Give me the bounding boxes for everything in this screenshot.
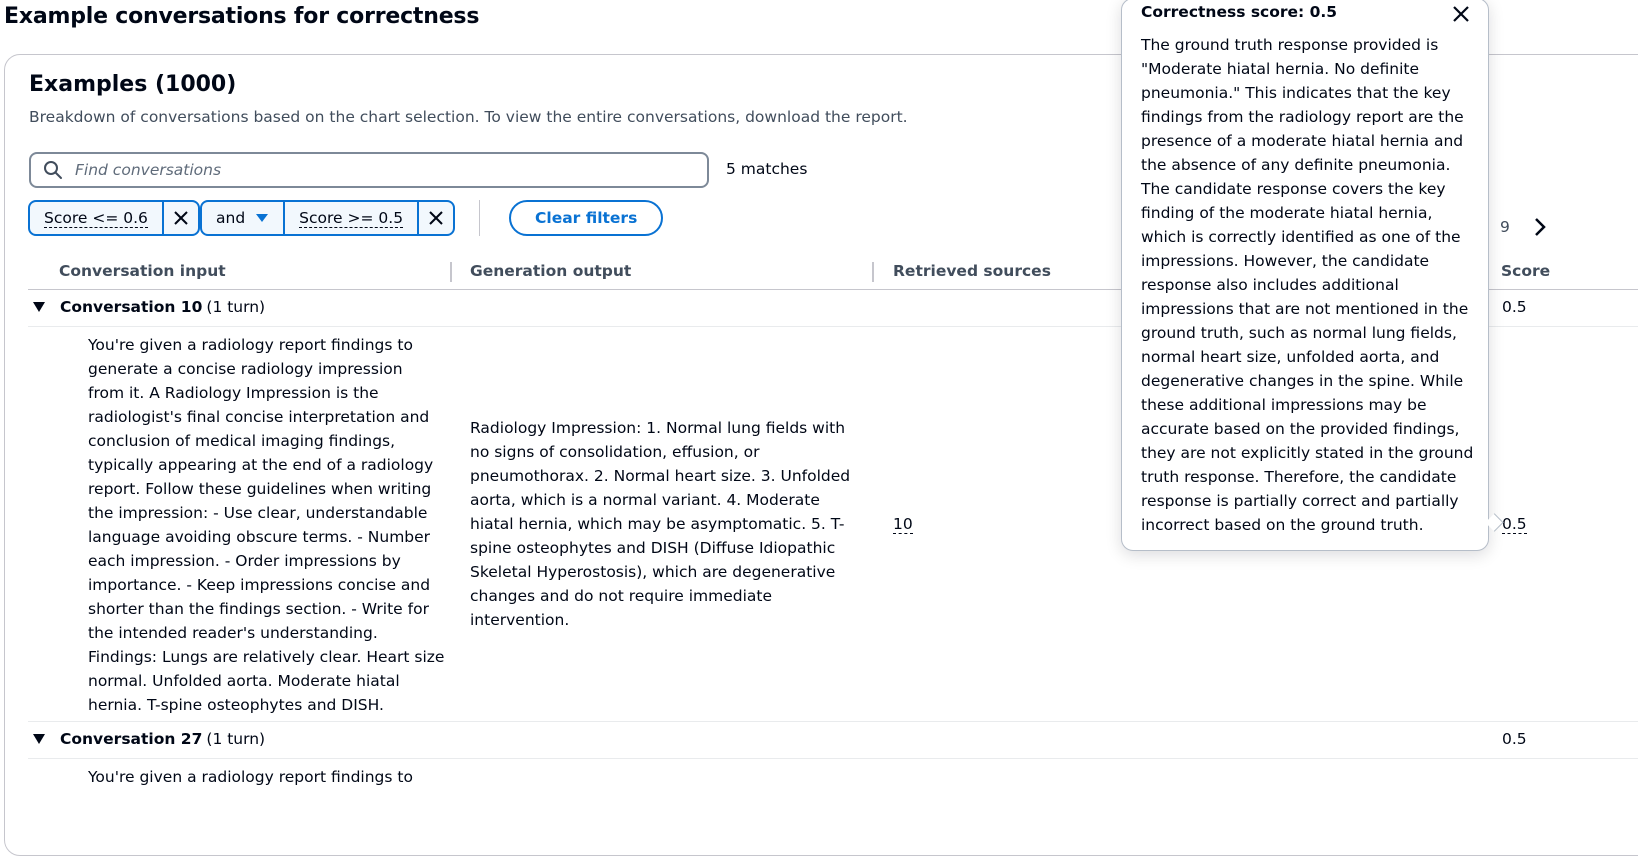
output-text-line: Radiology Impression: 1. Normal lung fie…	[470, 419, 846, 437]
filter-divider	[479, 200, 480, 236]
popover-text-line: The candidate response covers the key	[1141, 180, 1446, 198]
group-score: 0.5	[1502, 298, 1527, 316]
popover-text-line: findings from the radiology report are t…	[1141, 108, 1464, 126]
operator-label: and	[216, 209, 246, 227]
popover-text-line: they are not explicitly stated in the gr…	[1141, 444, 1474, 462]
filter-token-score-max: Score <= 0.6	[28, 200, 200, 236]
conversation-title: Conversation 10	[60, 298, 203, 316]
output-text-line: aorta, which is a normal variant. 4. Mod…	[470, 491, 820, 509]
clear-filters-button[interactable]: Clear filters	[509, 200, 664, 236]
input-text-line: conclusion of medical imaging findings,	[88, 432, 396, 450]
examples-heading: Examples (1000)	[29, 72, 237, 97]
popover-text-line: impressions. However, the candidate	[1141, 252, 1430, 270]
popover-text-line: finding of the moderate hiatal hernia,	[1141, 204, 1433, 222]
conversation-turns: (1 turn)	[206, 298, 266, 316]
conversation-title: Conversation 27	[60, 730, 203, 748]
input-text-line: from it. A Radiology Impression is the	[88, 384, 379, 402]
popover-text-line: accurate based on the provided findings,	[1141, 420, 1460, 438]
row-divider	[28, 758, 1638, 759]
input-text-line: hernia. T-spine osteophytes and DISH.	[88, 696, 384, 714]
column-resizer[interactable]	[450, 262, 452, 282]
popover-text-line: incorrect based on the ground truth.	[1141, 516, 1424, 534]
output-text-line: spine osteophytes and DISH (Diffuse Idio…	[470, 539, 836, 557]
matches-count: 5 matches	[726, 160, 808, 178]
remove-filter-button[interactable]	[417, 202, 453, 234]
popover-text-line: response also includes additional	[1141, 276, 1399, 294]
popover-text-line: degenerative changes in the spine. While	[1141, 372, 1464, 390]
search-box	[29, 152, 709, 188]
search-icon	[44, 161, 62, 179]
popover-text-line: response is partially correct and partia…	[1141, 492, 1459, 510]
input-text-line: You're given a radiology report findings…	[88, 336, 413, 354]
input-text-line: generate a concise radiology impression	[88, 360, 403, 378]
column-header-retrieved-sources[interactable]: Retrieved sources	[893, 262, 1051, 280]
popover-text-line: which is correctly identified as one of …	[1141, 228, 1461, 246]
row-divider	[28, 721, 1638, 722]
popover-text-line: presence of a moderate hiatal hernia and	[1141, 132, 1464, 150]
close-icon[interactable]	[1450, 3, 1472, 25]
conversation-group-row[interactable]: Conversation 27 (1 turn)	[32, 730, 265, 748]
conversation-turns: (1 turn)	[206, 730, 266, 748]
output-text-line: hiatal hernia, which may be asymptomatic…	[470, 515, 845, 533]
input-text-line: the intended reader's understanding.	[88, 624, 378, 642]
output-text-line: intervention.	[470, 611, 570, 629]
input-text-line: Findings: Lungs are relatively clear. He…	[88, 648, 445, 666]
popover-text-line: truth response. Therefore, the candidate	[1141, 468, 1457, 486]
score-popover: Correctness score: 0.5 The ground truth …	[1121, 0, 1489, 551]
triangle-down-icon[interactable]	[32, 733, 46, 745]
popover-text-line: The ground truth response provided is	[1141, 36, 1439, 54]
input-text-line: shorter than the findings section. - Wri…	[88, 600, 429, 618]
operator-select[interactable]: and	[202, 202, 286, 234]
page-title: Example conversations for correctness	[4, 4, 480, 29]
filter-token-score-min: and Score >= 0.5	[200, 200, 456, 236]
retrieved-sources-cell: 10	[893, 512, 913, 536]
input-text-line: the impression: - Use clear, understanda…	[88, 504, 428, 522]
input-text-line: language avoiding obscure terms. - Numbe…	[88, 528, 431, 546]
triangle-down-icon[interactable]	[32, 301, 46, 313]
column-resizer[interactable]	[872, 262, 874, 282]
filter-token-label[interactable]: Score <= 0.6	[30, 202, 162, 234]
column-header-generation-output[interactable]: Generation output	[470, 262, 631, 280]
popover-body: The ground truth response provided is "Mo…	[1141, 33, 1477, 537]
input-text-line: importance. - Keep impressions concise a…	[88, 576, 431, 594]
filter-token-label[interactable]: Score >= 0.5	[285, 202, 417, 234]
input-text-line: radiologist's final concise interpretati…	[88, 408, 430, 426]
conversation-group-row[interactable]: Conversation 10 (1 turn)	[32, 298, 265, 316]
remove-filter-button[interactable]	[161, 202, 198, 234]
close-icon	[174, 211, 188, 225]
output-text-line: no signs of consolidation, effusion, or	[470, 443, 760, 461]
column-header-score[interactable]: Score	[1501, 262, 1550, 280]
caret-down-icon	[256, 214, 269, 222]
chevron-right-icon[interactable]	[1532, 217, 1548, 237]
conversation-input-cell: You're given a radiology report findings…	[88, 768, 413, 786]
conversation-input-cell: You're given a radiology report findings…	[88, 333, 444, 717]
popover-text-line: ground truth, such as normal lung fields…	[1141, 324, 1457, 342]
generation-output-cell: Radiology Impression: 1. Normal lung fie…	[470, 416, 850, 632]
popover-text-line: the absence of any definite pneumonia.	[1141, 156, 1451, 174]
popover-text-line: impressions that are not mentioned in th…	[1141, 300, 1469, 318]
search-input[interactable]	[73, 160, 657, 180]
popover-text-line: pneumonia." This indicates that the key	[1141, 84, 1451, 102]
input-text-line: typically appearing at the end of a radi…	[88, 456, 434, 474]
group-score: 0.5	[1502, 730, 1527, 748]
output-text-line: changes and do not require immediate	[470, 587, 773, 605]
popover-text-line: "Moderate hiatal hernia. No definite	[1141, 60, 1420, 78]
input-text-line: each impression. - Order impressions by	[88, 552, 401, 570]
column-header-conversation-input[interactable]: Conversation input	[59, 262, 226, 280]
output-text-line: Skeletal Hyperostosis), which are degene…	[470, 563, 836, 581]
input-text-line: normal. Unfolded aorta. Moderate hiatal	[88, 672, 400, 690]
retrieved-sources-link[interactable]: 10	[893, 515, 913, 534]
popover-text-line: normal heart size, unfolded aorta, and	[1141, 348, 1440, 366]
pagination-page-9[interactable]: 9	[1500, 218, 1510, 236]
examples-description: Breakdown of conversations based on the …	[29, 108, 908, 126]
score-cell: 0.5	[1502, 512, 1527, 536]
output-text-line: pneumothorax. 2. Normal heart size. 3. U…	[470, 467, 851, 485]
score-popover-trigger[interactable]: 0.5	[1502, 515, 1527, 534]
popover-title: Correctness score: 0.5	[1141, 3, 1338, 21]
close-icon	[429, 211, 443, 225]
input-text-line: report. Follow these guidelines when wri…	[88, 480, 432, 498]
popover-text-line: these additional impressions may be	[1141, 396, 1427, 414]
